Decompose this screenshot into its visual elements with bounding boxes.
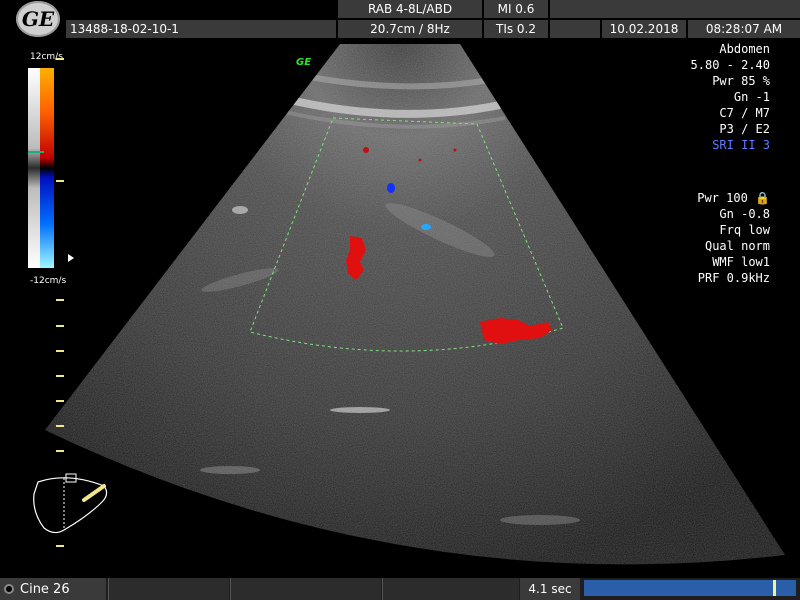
depth-tick [56, 58, 64, 60]
cparam-prf: PRF 0.9kHz [697, 271, 770, 285]
header-blank-bottom [550, 20, 600, 38]
imaging-parameters: Abdomen 5.80 - 2.40 Pwr 85 % Gn -1 C7 / … [691, 41, 770, 153]
mechanical-index: MI 0.6 [484, 0, 548, 18]
depth-tick [56, 425, 64, 427]
cine-label: Cine 26 [20, 581, 70, 597]
cparam-quality: Qual norm [704, 239, 770, 253]
depth-tick [56, 350, 64, 352]
cparam-frequency: Frq low [719, 223, 770, 237]
liver-pictogram-icon [33, 473, 108, 534]
cparam-gain: Gn -0.8 [719, 207, 770, 221]
param-sri: SRI II 3 [712, 138, 770, 152]
param-power: Pwr 85 % [712, 74, 770, 88]
color-bar-pointer-icon [68, 254, 74, 262]
param-persistence: P3 / E2 [719, 122, 770, 136]
color-parameters: Pwr 100 🔒 Gn -0.8 Frq low Qual norm WMF … [697, 190, 770, 286]
thermal-index: TIs 0.2 [484, 20, 548, 38]
velocity-scale-bottom: -12cm/s [30, 276, 67, 286]
cparam-wall-filter: WMF low1 [712, 255, 770, 269]
softkey-1[interactable] [108, 578, 229, 600]
param-frequency: 5.80 - 2.40 [690, 58, 770, 72]
exam-date: 10.02.2018 [602, 20, 686, 38]
param-preset: Abdomen [719, 42, 770, 56]
depth-tick [56, 375, 64, 377]
param-map: C7 / M7 [719, 106, 770, 120]
ge-logo: GE [16, 1, 60, 37]
cine-button[interactable]: Cine 26 [0, 578, 106, 600]
patient-id: 13488-18-02-10-1 [66, 20, 336, 38]
depth-tick [56, 325, 64, 327]
ultrasound-image [45, 44, 785, 565]
cine-position-marker[interactable] [773, 580, 776, 596]
depth-tick [56, 400, 64, 402]
grayscale-bar [28, 68, 40, 268]
depth-tick [56, 299, 64, 301]
cine-duration: 4.1 sec [520, 578, 580, 600]
depth-tick [56, 450, 64, 452]
ge-orientation-mark: GE [296, 57, 312, 68]
velocity-scale-top: 12cm/s [30, 52, 63, 62]
probe-label: RAB 4-8L/ABD [338, 0, 482, 18]
baseline-marker [28, 151, 44, 153]
header-bar: GE 13488-18-02-10-1 RAB 4-8L/ABD 20.7cm … [0, 0, 800, 40]
depth-frame-rate: 20.7cm / 8Hz [338, 20, 482, 38]
velocity-color-bar [40, 68, 54, 268]
exam-time: 08:28:07 AM [688, 20, 800, 38]
param-gain: Gn -1 [733, 90, 770, 104]
softkey-2[interactable] [230, 578, 381, 600]
cine-icon [4, 584, 14, 594]
header-blank-top [550, 0, 800, 18]
softkey-3[interactable] [382, 578, 519, 600]
depth-tick [56, 545, 64, 547]
depth-tick [56, 180, 64, 182]
bottom-status-bar: Cine 26 4.1 sec [0, 578, 800, 600]
cine-progress-bar[interactable] [584, 580, 796, 596]
cparam-power: Pwr 100 🔒 [697, 191, 770, 205]
